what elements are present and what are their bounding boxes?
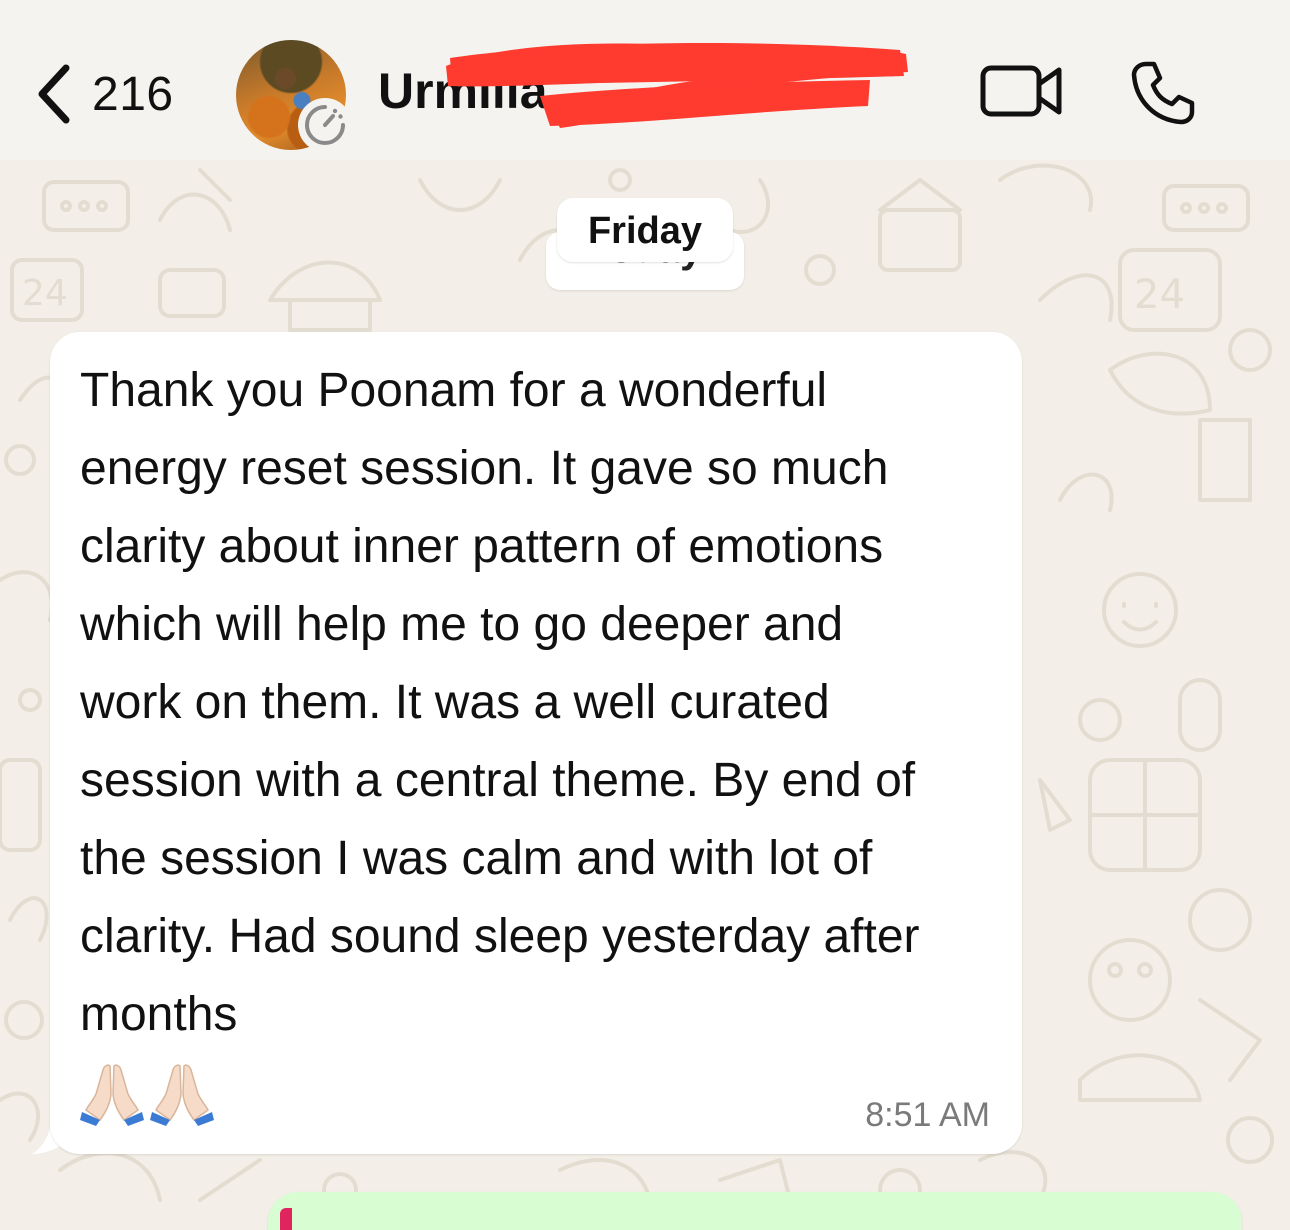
reply-quote-accent bbox=[280, 1208, 292, 1230]
date-separator: Friday bbox=[557, 198, 733, 262]
message-emoji bbox=[80, 1060, 214, 1128]
svg-text:24: 24 bbox=[1134, 272, 1185, 318]
svg-text:24: 24 bbox=[22, 273, 68, 314]
message-text: Thank you Poonam for a wonderful energy … bbox=[80, 364, 920, 1041]
chat-header: 216 Urmilla bbox=[0, 0, 1290, 160]
phone-icon[interactable] bbox=[1128, 58, 1198, 128]
status-ring-icon[interactable] bbox=[298, 98, 352, 152]
outgoing-message-bubble[interactable] bbox=[268, 1192, 1242, 1230]
folded-hands-icon bbox=[80, 1064, 144, 1126]
message-timestamp: 8:51 AM bbox=[865, 1096, 990, 1134]
chevron-left-icon bbox=[38, 64, 70, 124]
back-button[interactable]: 216 bbox=[30, 58, 174, 130]
unread-count: 216 bbox=[92, 67, 174, 121]
redaction-scribble bbox=[446, 43, 908, 128]
folded-hands-icon bbox=[150, 1064, 214, 1126]
video-camera-icon[interactable] bbox=[980, 60, 1064, 122]
